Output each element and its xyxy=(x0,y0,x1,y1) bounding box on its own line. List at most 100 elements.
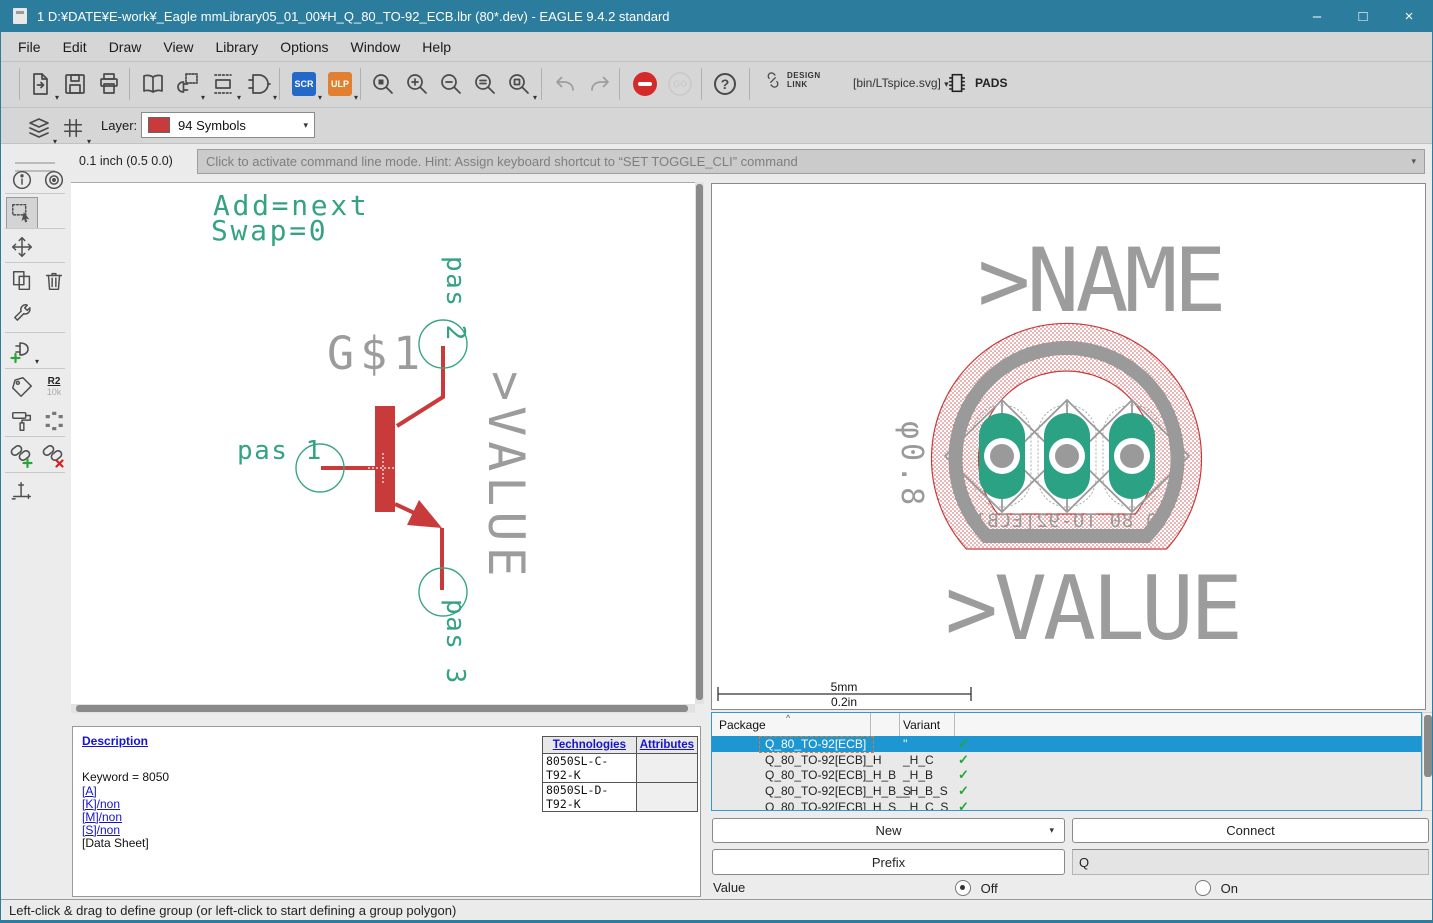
menu-file[interactable]: File xyxy=(7,35,52,59)
add-part-tool[interactable]: ▾ xyxy=(7,336,39,366)
scrollbar-thumb[interactable] xyxy=(696,184,703,700)
value-on-option[interactable]: On xyxy=(1195,880,1238,896)
scrollbar-thumb[interactable] xyxy=(1424,715,1432,777)
technologies-header[interactable]: Technologies xyxy=(542,736,637,754)
help-button[interactable]: ? xyxy=(709,66,741,102)
save-button[interactable] xyxy=(59,66,91,102)
table-row[interactable]: Q_80_TO-92[ECB]_H_B_S _H_B_S ✓ xyxy=(712,783,1421,799)
value-option-row: Value Off On xyxy=(705,878,1432,899)
zoom-select-icon xyxy=(475,74,495,94)
replace-tool[interactable] xyxy=(39,406,69,436)
layer-selected-value: 94 Symbols xyxy=(178,117,246,133)
print-button[interactable] xyxy=(93,66,125,102)
layer-settings-button[interactable]: ▾ xyxy=(23,110,57,146)
radio-on-icon[interactable] xyxy=(1195,880,1211,896)
attributes-header[interactable]: Attributes xyxy=(635,736,699,754)
link-add-tool[interactable] xyxy=(7,440,37,470)
move-tool[interactable] xyxy=(7,232,37,262)
info-tool[interactable] xyxy=(7,165,37,195)
redo-button[interactable] xyxy=(584,66,616,102)
close-button[interactable]: × xyxy=(1386,0,1432,32)
link-s-non[interactable]: [S]/non xyxy=(82,823,120,837)
maximize-button[interactable]: □ xyxy=(1340,0,1386,32)
link-k-non[interactable]: [K]/non xyxy=(82,797,120,811)
command-line-input[interactable]: Click to activate command line mode. Hin… xyxy=(197,149,1425,174)
menu-help[interactable]: Help xyxy=(411,35,462,59)
group-select-icon xyxy=(12,203,30,223)
radio-off-icon[interactable] xyxy=(955,880,971,896)
layer-select[interactable]: 94 Symbols ▾ xyxy=(141,112,315,138)
open-library-button[interactable]: ▾ xyxy=(25,66,59,102)
link-m-non[interactable]: [M]/non xyxy=(82,810,122,824)
device-button[interactable]: ▾ xyxy=(171,66,205,102)
caret-down-icon: ▾ xyxy=(1411,156,1416,166)
stop-button[interactable] xyxy=(629,66,661,102)
caret-down-icon: ▾ xyxy=(1049,825,1054,835)
pads-button[interactable]: PADS xyxy=(945,70,1007,96)
name-tool[interactable] xyxy=(7,372,37,402)
show-tool[interactable] xyxy=(39,165,69,195)
table-row[interactable]: Q_80_TO-92[ECB] '' ✓ xyxy=(712,736,1421,753)
connect-button[interactable]: Connect xyxy=(1072,818,1429,843)
description-link[interactable]: Description xyxy=(82,734,148,748)
zoom-redraw-icon xyxy=(509,74,529,94)
status-text: Left-click & drag to define group (or le… xyxy=(9,902,457,918)
go-button[interactable]: GO xyxy=(664,66,696,102)
value-label: Value xyxy=(713,880,746,895)
zoom-out-button[interactable] xyxy=(435,66,467,102)
menu-view[interactable]: View xyxy=(152,35,204,59)
zoom-redraw-button[interactable]: ▾ xyxy=(503,66,537,102)
value-tool[interactable]: R2 10k xyxy=(39,372,69,402)
design-link-button[interactable]: DESIGN LINK xyxy=(763,70,821,90)
scrollbar-thumb[interactable] xyxy=(76,705,688,712)
symbol-button[interactable]: ▾ xyxy=(243,66,277,102)
zoom-in-button[interactable] xyxy=(401,66,433,102)
value-off-option[interactable]: Off xyxy=(955,880,998,896)
minimize-button[interactable]: – xyxy=(1294,0,1340,32)
undo-icon xyxy=(556,76,574,91)
grid-button[interactable]: ▾ xyxy=(57,110,91,146)
table-row[interactable]: Q_80_TO-92[ECB]_H _H_C ✓ xyxy=(712,752,1421,768)
package-column-header[interactable]: Package xyxy=(719,718,766,732)
prefix-value-field[interactable]: Q xyxy=(1072,849,1429,875)
table-row[interactable]: Q_80_TO-92[ECB]_H_B _H_B ✓ xyxy=(712,767,1421,783)
new-package-button[interactable]: New ▾ xyxy=(712,818,1065,843)
script-button[interactable]: SCR ▾ xyxy=(288,66,322,102)
package-label-mirrored: Q_80_TO-92[ECB] xyxy=(974,510,1158,532)
group-select-tool[interactable] xyxy=(6,197,38,229)
menu-edit[interactable]: Edit xyxy=(52,35,98,59)
link-remove-tool[interactable] xyxy=(39,440,69,470)
library-button[interactable] xyxy=(137,66,169,102)
check-icon: ✓ xyxy=(958,798,969,811)
move-icon xyxy=(12,237,32,257)
menu-draw[interactable]: Draw xyxy=(98,35,153,59)
zoom-fit-button[interactable] xyxy=(367,66,399,102)
undo-button[interactable] xyxy=(549,66,581,102)
ulp-button[interactable]: ULP ▾ xyxy=(324,66,358,102)
symbol-vertical-scrollbar[interactable] xyxy=(695,182,704,704)
ltspice-export-button[interactable]: [bin/LTspice.svg] ▾ xyxy=(853,76,949,90)
table-scrollbar[interactable] xyxy=(1422,712,1432,811)
delete-tool[interactable] xyxy=(39,266,69,296)
table-row[interactable]: Q_80_TO-92[ECB]_H_S _H_C_S ✓ xyxy=(712,798,1421,811)
attribute-swap: Swap=0 xyxy=(211,214,328,247)
info-icon xyxy=(12,170,32,190)
go-icon: GO xyxy=(668,72,692,96)
table-header: Package ^ Variant xyxy=(712,713,1421,737)
cursor-coordinates: 0.1 inch (0.5 0.0) xyxy=(79,154,173,168)
mark-tool[interactable] xyxy=(7,476,37,506)
package-button[interactable]: ▾ xyxy=(207,66,241,102)
paint-tool[interactable] xyxy=(7,406,37,436)
change-tool[interactable] xyxy=(7,300,37,330)
drill-diameter-label: φ0.8 xyxy=(894,421,929,509)
menu-window[interactable]: Window xyxy=(340,35,412,59)
copy-tool[interactable] xyxy=(7,266,37,296)
symbol-horizontal-scrollbar[interactable] xyxy=(71,704,695,713)
link-a[interactable]: [A] xyxy=(82,784,97,798)
zoom-select-button[interactable] xyxy=(469,66,501,102)
symbol-editor-canvas[interactable]: Add=next Swap=0 G$1 >VALUE pas 1 pas 2 p… xyxy=(71,182,695,705)
prefix-button[interactable]: Prefix xyxy=(712,849,1065,875)
menu-library[interactable]: Library xyxy=(204,35,269,59)
menu-options[interactable]: Options xyxy=(269,35,339,59)
variant-column-header[interactable]: Variant xyxy=(903,718,940,732)
